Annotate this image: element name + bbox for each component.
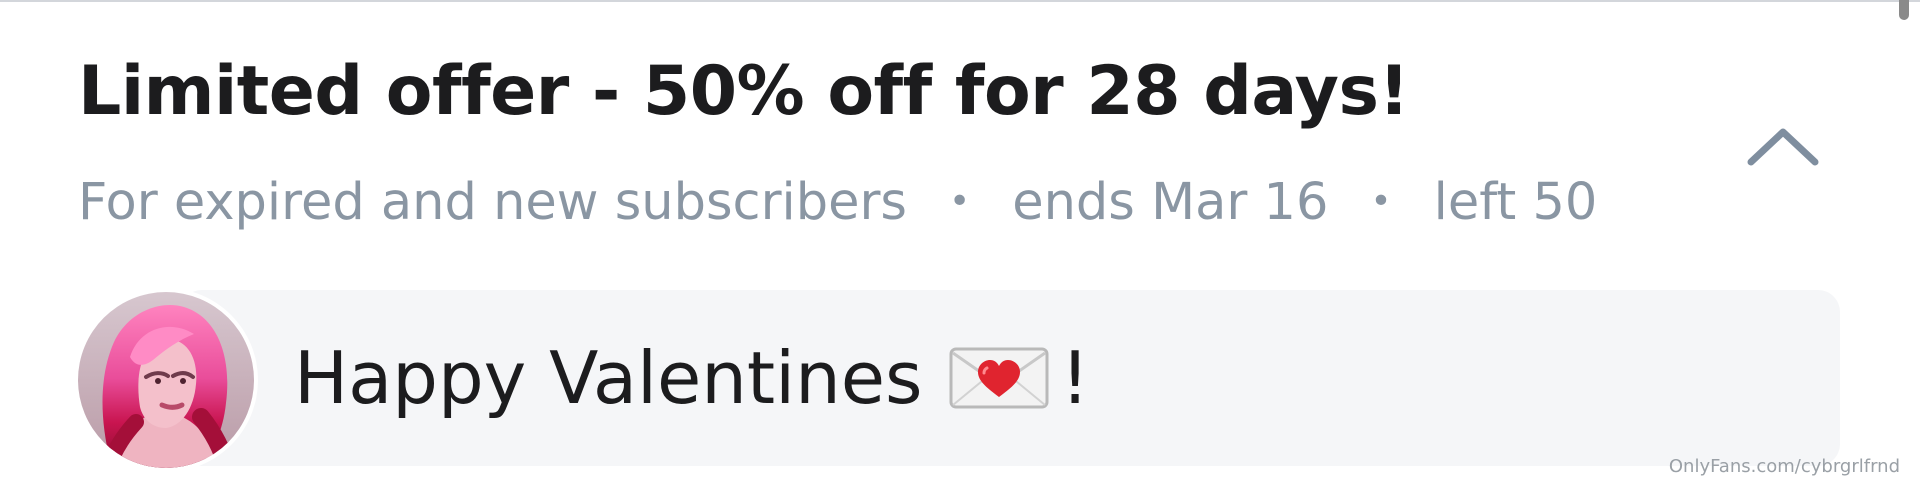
meta-separator: • xyxy=(1370,181,1392,222)
offer-panel: Limited offer - 50% off for 28 days! For… xyxy=(0,0,1920,502)
offer-message: Happy Valentines ! xyxy=(294,330,1089,426)
message-text: Happy Valentines xyxy=(294,336,923,420)
love-letter-icon xyxy=(949,347,1049,409)
creator-avatar-frame[interactable] xyxy=(74,288,258,472)
offer-audience: For expired and new subscribers xyxy=(78,172,907,232)
offer-meta: For expired and new subscribers • ends M… xyxy=(78,170,1597,234)
top-divider xyxy=(0,0,1920,2)
avatar-image xyxy=(78,292,254,468)
message-punctuation: ! xyxy=(1060,336,1090,420)
meta-separator: • xyxy=(949,181,971,222)
offer-title: Limited offer - 50% off for 28 days! xyxy=(78,52,1409,131)
avatar[interactable] xyxy=(78,292,254,468)
offer-remaining-count: left 50 xyxy=(1433,172,1598,232)
chevron-up-icon xyxy=(1747,128,1819,166)
scrollbar-thumb[interactable] xyxy=(1899,0,1909,20)
collapse-offer-button[interactable] xyxy=(1735,110,1831,182)
offer-end-date: ends Mar 16 xyxy=(1012,172,1329,232)
source-watermark: OnlyFans.com/cybrgrlfrnd xyxy=(1668,456,1900,477)
